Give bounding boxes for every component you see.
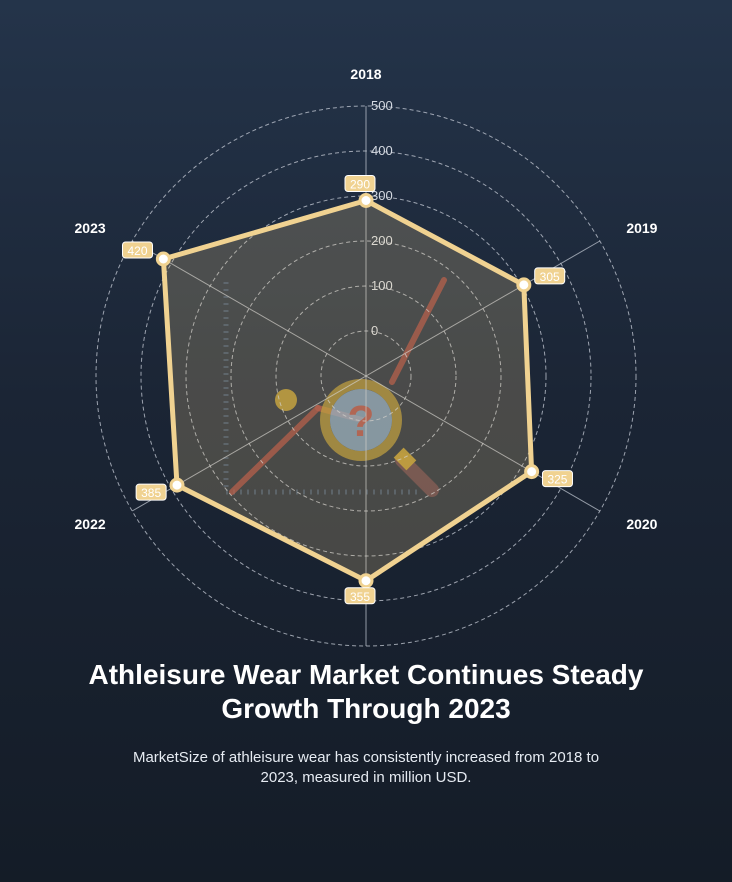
series-layer bbox=[160, 198, 535, 584]
value-badge-2019: 305 bbox=[534, 267, 566, 285]
value-badge-2022: 385 bbox=[135, 483, 167, 501]
category-label-2020: 2020 bbox=[626, 516, 657, 532]
value-label: 325 bbox=[547, 473, 567, 487]
value-label: 305 bbox=[540, 270, 560, 284]
value-badge-2020: 325 bbox=[541, 470, 573, 488]
value-label: 420 bbox=[127, 244, 147, 258]
data-point-2018 bbox=[358, 193, 374, 208]
category-label-2023: 2023 bbox=[75, 220, 106, 236]
value-badge-2018: 290 bbox=[344, 175, 376, 192]
data-point-2019 bbox=[516, 277, 532, 293]
category-label-2022: 2022 bbox=[75, 516, 106, 532]
data-point-2023 bbox=[155, 251, 171, 267]
category-label-2019: 2019 bbox=[626, 220, 657, 236]
radar-chart: ? 0100200300400500 290305325355385420 20… bbox=[75, 66, 658, 647]
value-label: 385 bbox=[141, 486, 161, 500]
data-point-2021 bbox=[358, 573, 374, 589]
chart-subtitle: MarketSize of athleisure wear has consis… bbox=[132, 749, 600, 786]
data-point-2022 bbox=[169, 477, 185, 493]
tick-label-500: 500 bbox=[371, 98, 393, 113]
value-badge-2021: 355 bbox=[344, 587, 376, 605]
series-area bbox=[160, 198, 535, 584]
value-label: 355 bbox=[350, 590, 370, 604]
data-point-2020 bbox=[524, 464, 540, 480]
value-label: 290 bbox=[350, 178, 370, 192]
category-label-2018: 2018 bbox=[350, 66, 381, 82]
value-badge-2023: 420 bbox=[121, 241, 153, 259]
chart-title: Athleisure Wear Market Continues Steady … bbox=[88, 659, 644, 724]
tick-label-400: 400 bbox=[371, 143, 393, 158]
